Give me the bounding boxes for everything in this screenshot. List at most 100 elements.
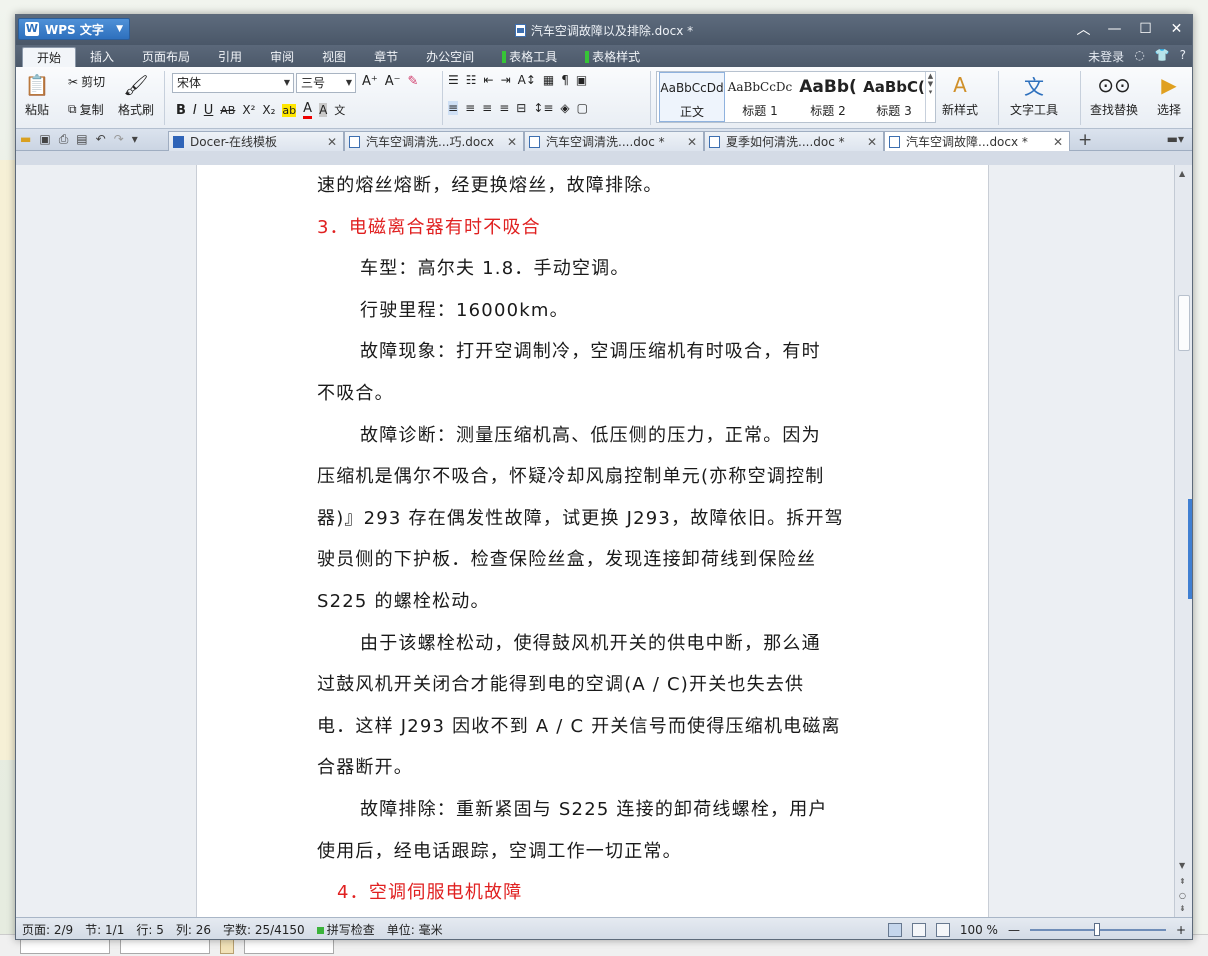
scroll-down-icon[interactable]: ▼ bbox=[1179, 861, 1185, 870]
document-page[interactable]: 速的熔丝熔断，经更换熔丝，故障排除。 3．电磁离合器有时不吸合 车型：高尔夫 1.8… bbox=[196, 165, 989, 917]
help-icon[interactable]: ? bbox=[1180, 48, 1186, 65]
customize-chevron-icon[interactable]: ▾ bbox=[132, 132, 138, 147]
clear-format-icon[interactable]: ✎ bbox=[408, 74, 419, 89]
document-body[interactable]: 速的熔丝熔断，经更换熔丝，故障排除。 3．电磁离合器有时不吸合 车型：高尔夫 1.8… bbox=[317, 165, 869, 914]
zoom-slider-knob[interactable] bbox=[1093, 923, 1100, 936]
zoom-slider[interactable] bbox=[1029, 923, 1166, 936]
show-hide-icon[interactable]: ▣ bbox=[576, 73, 587, 87]
spell-check-toggle[interactable]: 拼写检查 bbox=[311, 921, 381, 938]
doc-tab-2[interactable]: 汽车空调清洗...巧.docx ✕ bbox=[344, 131, 524, 151]
tab-chapter[interactable]: 章节 bbox=[360, 47, 412, 67]
paste-button[interactable]: 📋 粘贴 bbox=[24, 71, 50, 118]
scroll-up-icon[interactable]: ▲ bbox=[1179, 169, 1185, 178]
style-heading-3[interactable]: AaBbC( 标题 3 bbox=[861, 72, 927, 122]
close-tab-icon[interactable]: ✕ bbox=[687, 135, 697, 149]
redo-icon[interactable]: ↷ bbox=[114, 132, 124, 147]
line-spacing-icon[interactable]: ↕≡ bbox=[533, 101, 553, 115]
shrink-font-icon[interactable]: A⁻ bbox=[385, 74, 401, 89]
doc-tab-3[interactable]: 汽车空调清洗....doc * ✕ bbox=[524, 131, 704, 151]
paragraph-line[interactable]: 故障排除：重新紧固与 S225 连接的卸荷线螺栓，用户 bbox=[317, 789, 869, 831]
subscript-icon[interactable]: X₂ bbox=[262, 103, 275, 117]
paragraph-line[interactable]: 车型：高尔夫 1.8．手动空调。 bbox=[317, 248, 869, 290]
paragraph-line[interactable]: 故障诊断：测量压缩机高、低压侧的压力，正常。因为 bbox=[317, 415, 869, 457]
tab-references[interactable]: 引用 bbox=[204, 47, 256, 67]
paragraph-mark-icon[interactable]: ¶ bbox=[561, 73, 569, 87]
skin-icon[interactable]: ◌ bbox=[1134, 48, 1144, 65]
grow-font-icon[interactable]: A⁺ bbox=[362, 74, 378, 89]
paragraph-line[interactable]: 电．这样 J293 因收不到 A / C 开关信号而使得压缩机电磁离 bbox=[317, 706, 869, 748]
paragraph-line[interactable]: 使用后，经电话跟踪，空调工作一切正常。 bbox=[317, 831, 869, 873]
phonetic-guide-icon[interactable]: 文 bbox=[334, 102, 345, 118]
increase-indent-icon[interactable]: ⇥ bbox=[501, 73, 511, 87]
close-tab-icon[interactable]: ✕ bbox=[327, 135, 337, 149]
new-tab-icon[interactable]: + bbox=[1078, 130, 1092, 151]
zoom-level[interactable]: 100 % bbox=[960, 923, 998, 937]
align-center-icon[interactable]: ≡ bbox=[465, 101, 475, 115]
page-view-icon[interactable] bbox=[887, 923, 902, 937]
print-icon[interactable]: ⎙ bbox=[59, 132, 69, 147]
bullets-icon[interactable]: ☰ bbox=[448, 73, 459, 87]
maximize-button[interactable]: ☐ bbox=[1130, 15, 1161, 43]
style-gallery-scroll[interactable]: ▲ ▼ ▾ bbox=[925, 72, 935, 122]
section-heading[interactable]: 3．电磁离合器有时不吸合 bbox=[317, 207, 869, 249]
font-color-icon[interactable]: A bbox=[303, 101, 313, 119]
tab-page-layout[interactable]: 页面布局 bbox=[128, 47, 204, 67]
paragraph-line[interactable]: 驶员侧的下护板．检查保险丝盒，发现连接卸荷线到保险丝 bbox=[317, 539, 869, 581]
close-tab-icon[interactable]: ✕ bbox=[507, 135, 517, 149]
font-name-combo[interactable]: 宋体 ▼ bbox=[172, 73, 294, 93]
char-shading-icon[interactable]: A bbox=[319, 103, 328, 117]
paragraph-line[interactable]: 器)』293 存在偶发性故障，试更换 J293，故障依旧。拆开驾 bbox=[317, 498, 869, 540]
paragraph-line[interactable]: 过鼓风机开关闭合才能得到电的空调(A / C)开关也失去供 bbox=[317, 664, 869, 706]
superscript-icon[interactable]: X² bbox=[242, 103, 255, 117]
open-folder-icon[interactable]: ▬ bbox=[20, 132, 31, 147]
doc-tab-docer[interactable]: Docer-在线模板 ✕ bbox=[168, 131, 344, 151]
numbering-icon[interactable]: ☷ bbox=[466, 73, 477, 87]
tab-table-tools[interactable]: 表格工具 bbox=[488, 47, 571, 67]
strikethrough-icon[interactable]: AB bbox=[220, 104, 235, 117]
copy-button[interactable]: ⧉ 复制 bbox=[68, 101, 104, 118]
scroll-thumb[interactable] bbox=[1178, 295, 1190, 351]
paragraph-line[interactable]: 不吸合。 bbox=[317, 373, 869, 415]
align-right-icon[interactable]: ≡ bbox=[482, 101, 492, 115]
close-tab-icon[interactable]: ✕ bbox=[867, 135, 877, 149]
distribute-icon[interactable]: ⊟ bbox=[516, 101, 526, 115]
minimize-button[interactable]: — bbox=[1099, 15, 1130, 43]
tab-office-space[interactable]: 办公空间 bbox=[412, 47, 488, 67]
cut-button[interactable]: ✂ 剪切 bbox=[68, 73, 105, 90]
style-heading-1[interactable]: AaBbCcDc 标题 1 bbox=[727, 72, 793, 122]
section-heading[interactable]: 4．空调伺服电机故障 bbox=[317, 872, 869, 914]
tab-insert[interactable]: 插入 bbox=[76, 47, 128, 67]
new-style-button[interactable]: A 新样式 bbox=[942, 71, 978, 118]
justify-icon[interactable]: ≡ bbox=[499, 101, 509, 115]
tab-home[interactable]: 开始 bbox=[22, 47, 77, 67]
prev-page-icon[interactable]: ⇞ bbox=[1179, 877, 1186, 886]
doc-tab-active[interactable]: 汽车空调故障...docx * ✕ bbox=[884, 131, 1070, 151]
status-word-count[interactable]: 字数: 25/4150 bbox=[217, 921, 311, 938]
font-size-combo[interactable]: 三号 ▼ bbox=[296, 73, 356, 93]
text-direction-icon[interactable]: A↕ bbox=[518, 73, 536, 87]
style-heading-2[interactable]: AaBb( 标题 2 bbox=[795, 72, 861, 122]
outline-view-icon[interactable] bbox=[911, 923, 926, 937]
tab-review[interactable]: 审阅 bbox=[256, 47, 308, 67]
web-view-icon[interactable] bbox=[935, 923, 950, 937]
save-icon[interactable]: ▣ bbox=[39, 132, 50, 147]
paragraph-line[interactable]: 行驶里程：16000km。 bbox=[317, 290, 869, 332]
doc-tab-4[interactable]: 夏季如何清洗....doc * ✕ bbox=[704, 131, 884, 151]
browse-object-icon[interactable]: ○ bbox=[1179, 891, 1186, 900]
tab-table-style[interactable]: 表格样式 bbox=[571, 47, 654, 67]
table-grid-icon[interactable]: ▦ bbox=[543, 73, 554, 87]
login-link[interactable]: 未登录 bbox=[1088, 48, 1124, 65]
paragraph-line[interactable]: 由于该螺栓松动，使得鼓风机开关的供电中断，那么通 bbox=[317, 623, 869, 665]
paragraph-line[interactable]: 压缩机是偶尔不吸合，怀疑冷却风扇控制单元(亦称空调控制 bbox=[317, 456, 869, 498]
paragraph-line[interactable]: 故障现象：打开空调制冷，空调压缩机有时吸合，有时 bbox=[317, 331, 869, 373]
find-replace-button[interactable]: ⊙⊙ 查找替换 bbox=[1090, 71, 1138, 118]
underline-icon[interactable]: U bbox=[204, 103, 214, 118]
side-panel-handle[interactable] bbox=[1188, 499, 1192, 599]
paragraph-line[interactable]: 速的熔丝熔断，经更换熔丝，故障排除。 bbox=[317, 165, 869, 207]
print-preview-icon[interactable]: ▤ bbox=[76, 132, 87, 147]
zoom-out-icon[interactable]: — bbox=[1008, 923, 1020, 937]
paragraph-line[interactable]: S225 的螺栓松动。 bbox=[317, 581, 869, 623]
shirt-icon[interactable]: 👕 bbox=[1155, 48, 1170, 65]
style-normal[interactable]: AaBbCcDd 正文 bbox=[659, 72, 725, 122]
close-button[interactable]: ✕ bbox=[1161, 15, 1192, 43]
